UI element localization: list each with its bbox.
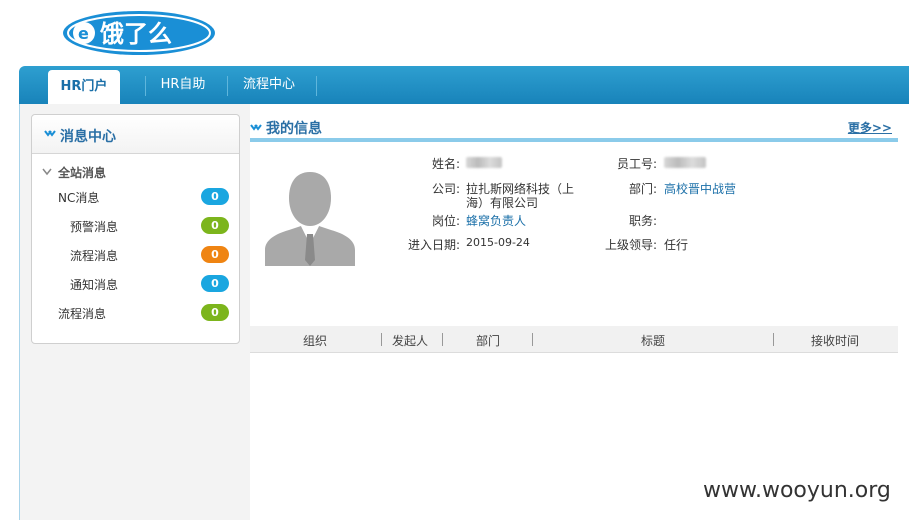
name-label: 姓名: (431, 157, 460, 171)
message-item-label: 流程消息 (58, 307, 107, 321)
column-divider (773, 333, 774, 346)
eleme-logo[interactable]: e 饿了么 (62, 10, 216, 56)
message-item-notice[interactable]: 通知消息 0 (32, 273, 239, 295)
message-center-panel: 消息中心 全站消息 NC消息 0 预警消息 0 流程消息 0 通知消息 0 流程… (31, 114, 240, 344)
message-item-process-2[interactable]: 流程消息 0 (32, 302, 239, 324)
message-table-header: 组织 发起人 部门 标题 接收时间 (250, 326, 898, 353)
employee-number-value (664, 155, 706, 169)
message-item-label: 通知消息 (70, 278, 119, 292)
department-value[interactable]: 高校晋中战营 (664, 180, 736, 197)
leader-label: 上级领导: (604, 238, 657, 252)
column-divider (442, 333, 443, 346)
message-item-process[interactable]: 流程消息 0 (32, 244, 239, 266)
count-badge: 0 (201, 275, 229, 292)
main-content: 消息中心 全站消息 NC消息 0 预警消息 0 流程消息 0 通知消息 0 流程… (19, 104, 909, 520)
group-label: 全站消息 (58, 166, 107, 180)
svg-text:e: e (78, 24, 89, 43)
column-header-received-time[interactable]: 接收时间 (800, 332, 870, 349)
department-label: 部门: (628, 182, 657, 196)
column-header-title[interactable]: 标题 (620, 332, 686, 349)
column-divider (381, 333, 382, 346)
count-badge: 0 (201, 304, 229, 321)
top-nav: HR门户 HR自助 流程中心 (19, 66, 909, 104)
post-value[interactable]: 蜂窝负责人 (466, 212, 526, 229)
count-badge: 0 (201, 188, 229, 205)
tab-hr-self-service[interactable]: HR自助 (151, 66, 215, 104)
group-all-messages[interactable]: 全站消息 (32, 161, 239, 183)
name-value (466, 155, 502, 169)
duty-label: 职务: (628, 214, 657, 228)
column-header-org[interactable]: 组织 (290, 332, 340, 349)
company-label: 公司: (431, 182, 460, 196)
double-chevron-icon (44, 130, 56, 137)
count-badge: 0 (201, 217, 229, 234)
avatar-placeholder (265, 172, 355, 266)
message-item-warning[interactable]: 预警消息 0 (32, 215, 239, 237)
message-item-label: 预警消息 (70, 220, 119, 234)
double-chevron-icon (250, 124, 262, 131)
message-item-label: 流程消息 (70, 249, 119, 263)
company-value-line2: 海）有限公司 (466, 196, 539, 210)
my-info-title: 我的信息 (266, 121, 322, 137)
leader-value: 任行 (664, 238, 689, 252)
column-divider (532, 333, 533, 346)
tab-divider (227, 76, 228, 96)
employee-number-label: 员工号: (616, 157, 657, 171)
message-center-header: 消息中心 (32, 115, 239, 154)
section-divider (250, 138, 898, 142)
tab-process-center[interactable]: 流程中心 (233, 66, 305, 104)
message-item-label: NC消息 (58, 191, 100, 205)
join-date-label: 进入日期: (407, 238, 460, 252)
column-header-sender[interactable]: 发起人 (386, 332, 434, 349)
chevron-down-icon[interactable] (42, 168, 52, 176)
watermark: www.wooyun.org (703, 478, 891, 503)
tab-divider (145, 76, 146, 96)
column-header-dept[interactable]: 部门 (460, 332, 516, 349)
count-badge: 0 (201, 246, 229, 263)
post-label: 岗位: (431, 214, 460, 228)
more-link[interactable]: 更多>> (848, 119, 892, 136)
message-center-title: 消息中心 (60, 129, 116, 145)
join-date-value: 2015-09-24 (466, 236, 530, 249)
tab-divider (316, 76, 317, 96)
logo-text: 饿了么 (99, 20, 172, 48)
header: e 饿了么 (0, 0, 909, 66)
message-item-nc[interactable]: NC消息 0 (32, 186, 239, 208)
tab-hr-portal[interactable]: HR门户 (48, 70, 120, 104)
